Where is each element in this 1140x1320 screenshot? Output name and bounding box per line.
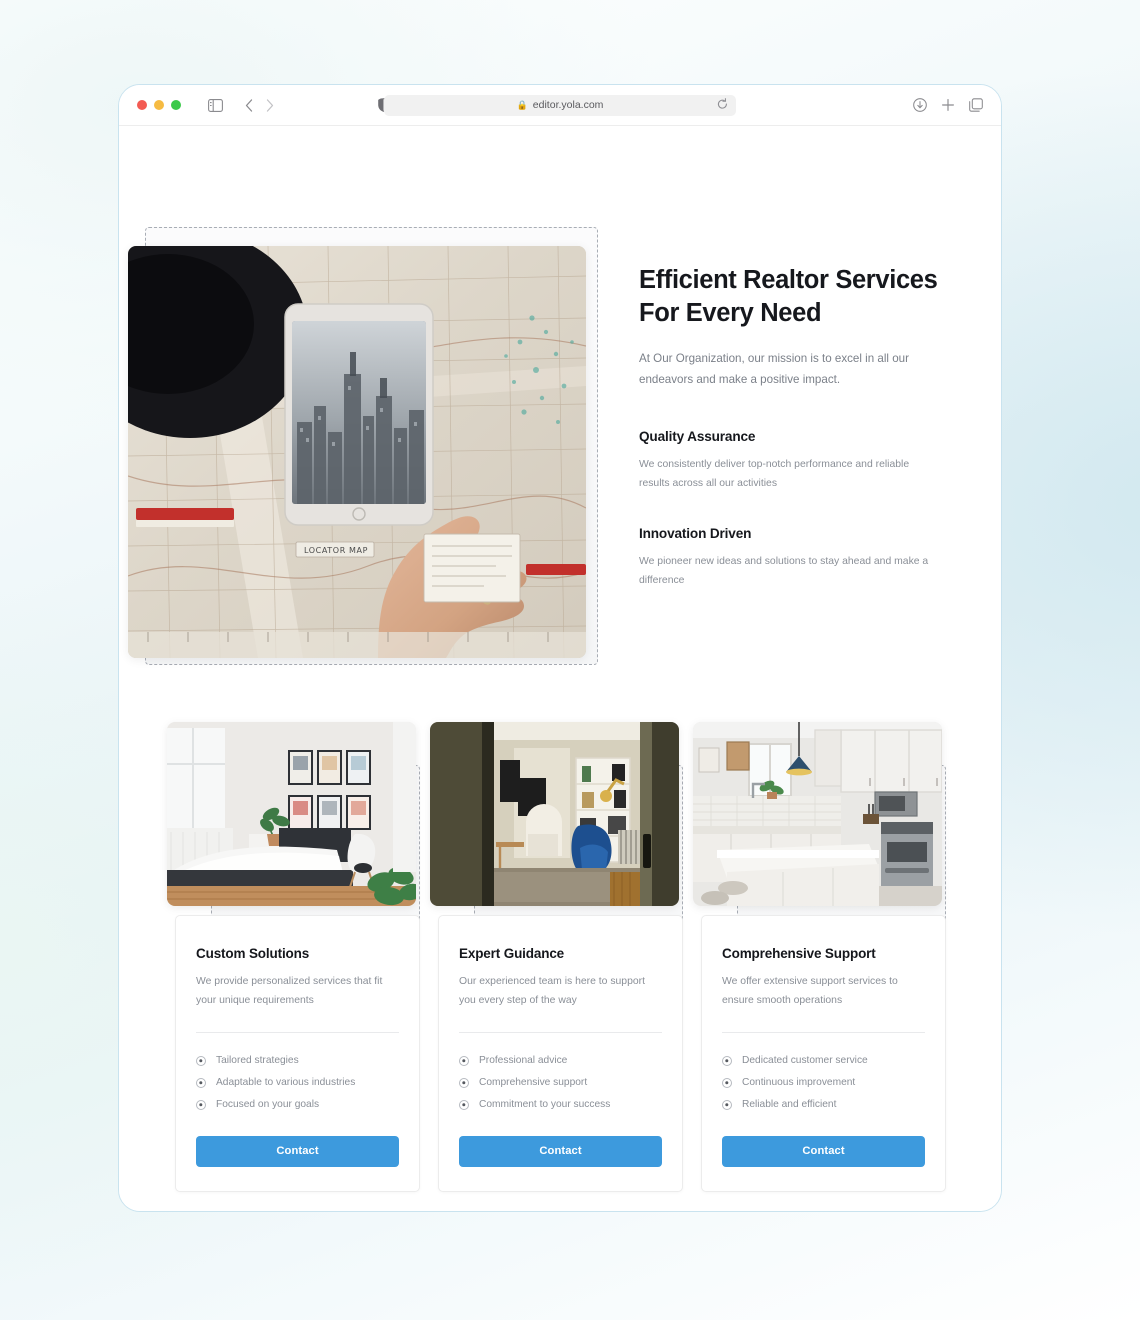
list-item-label: Tailored strategies (216, 1055, 299, 1067)
bullet-dot-icon (722, 1099, 732, 1110)
list-item-label: Comprehensive support (479, 1077, 588, 1089)
bullet-dot-icon (196, 1099, 206, 1110)
address-bar[interactable]: 🔒 editor.yola.com (384, 94, 736, 116)
back-chevron-icon[interactable] (245, 98, 253, 112)
card-image-kitchen[interactable] (693, 722, 942, 906)
card-title: Comprehensive Support (722, 946, 876, 961)
list-item: Focused on your goals (196, 1094, 399, 1116)
list-item: Professional advice (459, 1050, 662, 1072)
new-tab-plus-icon[interactable] (941, 98, 955, 112)
close-window-button[interactable] (137, 100, 147, 110)
card-title: Expert Guidance (459, 946, 565, 961)
list-item: Comprehensive support (459, 1072, 662, 1094)
bullet-dot-icon (459, 1055, 469, 1066)
sidebar-toggle-icon[interactable] (208, 98, 223, 112)
feature-title: Quality Assurance (639, 428, 756, 444)
bullet-dot-icon (722, 1077, 732, 1088)
list-item: Commitment to your success (459, 1094, 662, 1116)
toolbar-right-icons[interactable] (913, 98, 983, 112)
hero-subtitle: At Our Organization, our mission is to e… (639, 351, 909, 387)
list-item: Tailored strategies (196, 1050, 399, 1072)
card-text-block: Expert Guidance Our experienced team is … (438, 915, 683, 1192)
card-bullet-list: Tailored strategies Adaptable to various… (196, 1050, 399, 1116)
feature-quality-assurance: Quality Assurance We consistently delive… (639, 429, 939, 494)
bullet-dot-icon (196, 1055, 206, 1066)
feature-body: We pioneer new ideas and solutions to st… (639, 556, 929, 587)
window-traffic-lights[interactable] (137, 100, 181, 110)
list-item: Continuous improvement (722, 1072, 925, 1094)
contact-button[interactable]: Contact (196, 1135, 399, 1167)
tab-overview-icon[interactable] (969, 98, 983, 112)
list-item-label: Dedicated customer service (742, 1055, 868, 1067)
list-item-label: Adaptable to various industries (216, 1077, 356, 1089)
download-icon[interactable] (913, 98, 927, 112)
maximize-window-button[interactable] (171, 100, 181, 110)
card-text-block: Custom Solutions We provide personalized… (175, 915, 420, 1192)
list-item-label: Focused on your goals (216, 1099, 320, 1111)
list-item: Dedicated customer service (722, 1050, 925, 1072)
hero-text-block: Efficient Realtor Services For Every Nee… (639, 264, 939, 591)
card-description: We offer extensive support services to e… (722, 976, 898, 1007)
service-card[interactable]: Expert Guidance Our experienced team is … (430, 722, 683, 1192)
service-card[interactable]: Custom Solutions We provide personalized… (167, 722, 420, 1192)
card-text-block: Comprehensive Support We offer extensive… (701, 915, 946, 1192)
service-cards-row: Custom Solutions We provide personalized… (167, 722, 947, 1192)
list-item-label: Professional advice (479, 1055, 568, 1067)
card-bullet-list: Professional advice Comprehensive suppor… (459, 1050, 662, 1116)
card-bullet-list: Dedicated customer service Continuous im… (722, 1050, 925, 1116)
bullet-dot-icon (459, 1077, 469, 1088)
list-item-label: Continuous improvement (742, 1077, 856, 1089)
url-text: editor.yola.com (532, 99, 604, 111)
card-title: Custom Solutions (196, 946, 310, 961)
card-description: Our experienced team is here to support … (459, 976, 645, 1007)
divider (722, 1031, 925, 1033)
divider (196, 1031, 399, 1033)
feature-innovation-driven: Innovation Driven We pioneer new ideas a… (639, 526, 939, 591)
bullet-dot-icon (459, 1099, 469, 1110)
bullet-dot-icon (722, 1055, 732, 1066)
service-card[interactable]: Comprehensive Support We offer extensive… (693, 722, 946, 1192)
card-image-living-room[interactable] (430, 722, 679, 906)
forward-chevron-icon[interactable] (266, 98, 274, 112)
svg-text:LOCATOR MAP: LOCATOR MAP (304, 546, 368, 555)
feature-title: Innovation Driven (639, 526, 752, 542)
navigation-arrows[interactable] (245, 98, 274, 112)
contact-button[interactable]: Contact (722, 1135, 925, 1167)
list-item-label: Commitment to your success (479, 1099, 611, 1111)
list-item-label: Reliable and efficient (742, 1099, 837, 1111)
hero-title: Efficient Realtor Services For Every Nee… (639, 266, 938, 327)
contact-button[interactable]: Contact (459, 1135, 662, 1167)
divider (459, 1031, 662, 1033)
reload-icon[interactable] (717, 97, 728, 113)
hero-image[interactable]: LOCATOR MAP (128, 246, 586, 658)
bullet-dot-icon (196, 1077, 206, 1088)
page-viewport: LOCATOR MAP Efficient Realtor Services F… (119, 126, 1001, 1211)
hero-image-selection-outline[interactable]: LOCATOR MAP (128, 227, 598, 665)
minimize-window-button[interactable] (154, 100, 164, 110)
feature-body: We consistently deliver top-notch perfor… (639, 458, 910, 489)
card-description: We provide personalized services that fi… (196, 976, 383, 1007)
browser-toolbar: 🔒 editor.yola.com (119, 85, 1001, 126)
list-item: Adaptable to various industries (196, 1072, 399, 1094)
browser-window: 🔒 editor.yola.com LOCATOR MAP Efficient … (118, 84, 1002, 1212)
lock-icon: 🔒 (516, 99, 528, 110)
card-image-bedroom[interactable] (167, 722, 416, 906)
list-item: Reliable and efficient (722, 1094, 925, 1116)
